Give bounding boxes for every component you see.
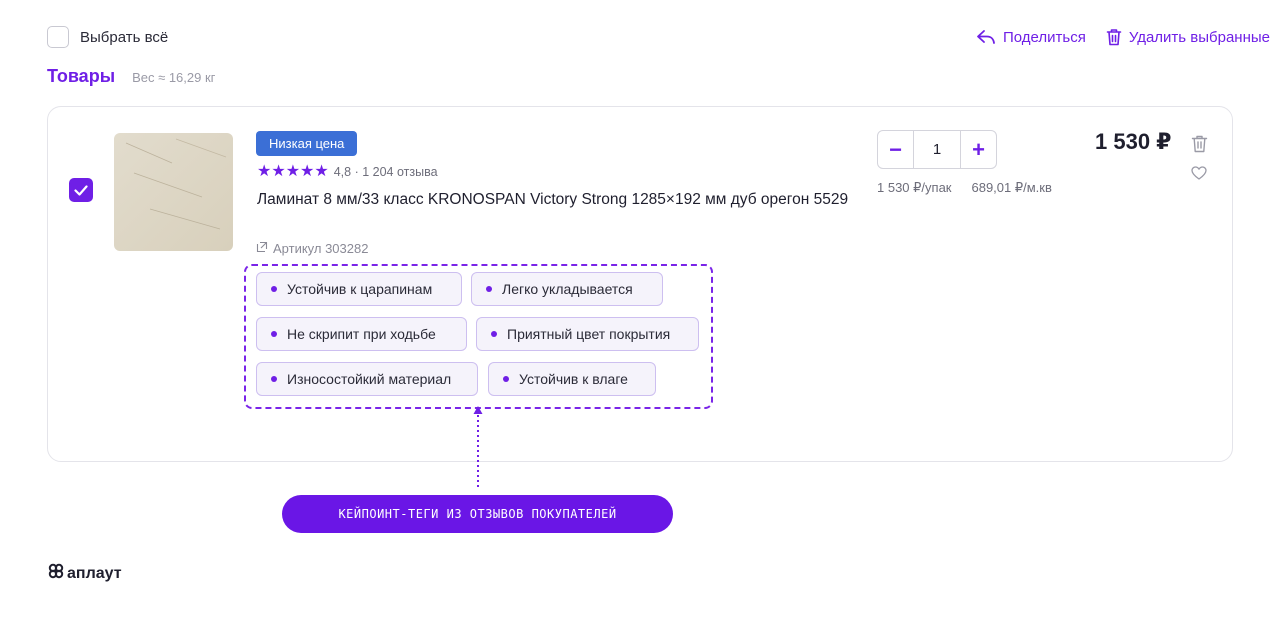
annotation-arrow: [472, 405, 484, 494]
tag-label: Не скрипит при ходьбе: [287, 326, 436, 342]
tag-label: Устойчив к влаге: [519, 371, 628, 387]
select-all-label: Выбрать всё: [80, 28, 169, 46]
copy-article-icon: [256, 241, 268, 256]
top-actions: Поделиться Удалить выбранные: [976, 28, 1270, 46]
unit-prices: 1 530 ₽/упак 689,01 ₽/м.кв: [877, 180, 1052, 196]
delete-item-button[interactable]: [1191, 134, 1208, 158]
tag-dot: [491, 331, 497, 337]
increase-button[interactable]: +: [961, 131, 996, 168]
tag-label: Приятный цвет покрытия: [507, 326, 671, 342]
product-card: Низкая цена ★★★★★ 4,8 · 1 204 отзыва Лам…: [47, 106, 1233, 462]
low-price-badge: Низкая цена: [256, 131, 358, 156]
tag-chip[interactable]: Устойчив к влаге: [488, 362, 656, 396]
product-name[interactable]: Ламинат 8 мм/33 класс KRONOSPAN Victory …: [257, 189, 857, 211]
tag-dot: [271, 331, 277, 337]
tag-dot: [486, 286, 492, 292]
quantity-value[interactable]: 1: [913, 131, 961, 168]
select-all-checkbox[interactable]: [47, 26, 69, 48]
tag-dot: [503, 376, 509, 382]
decrease-button[interactable]: −: [878, 131, 913, 168]
price-per-pack: 1 530 ₽/упак: [877, 180, 952, 195]
brand-name: аплаут: [67, 564, 122, 582]
tag-chip[interactable]: Легко укладывается: [471, 272, 663, 306]
tag-label: Устойчив к царапинам: [287, 281, 433, 297]
delete-selected-button[interactable]: Удалить выбранные: [1106, 28, 1270, 46]
delete-selected-label: Удалить выбранные: [1128, 28, 1270, 46]
tag-dot: [271, 286, 277, 292]
share-button[interactable]: Поделиться: [976, 29, 1086, 46]
product-image[interactable]: [114, 133, 233, 251]
rating-stars: ★★★★★: [257, 163, 329, 180]
trash-icon: [1191, 135, 1208, 153]
tag-chip[interactable]: Устойчив к царапинам: [256, 272, 462, 306]
tag-chip[interactable]: Износостойкий материал: [256, 362, 478, 396]
brand-icon: [48, 563, 64, 584]
trash-icon: [1106, 28, 1122, 46]
section-title: Товары: [47, 66, 116, 86]
article[interactable]: Артикул 303282: [256, 241, 368, 256]
favorite-button[interactable]: [1191, 166, 1207, 185]
tag-label: Износостойкий материал: [287, 371, 452, 387]
section-header: Товары Вес ≈ 16,29 кг: [47, 66, 215, 87]
article-text: Артикул 303282: [273, 241, 369, 256]
heart-icon: [1191, 166, 1207, 180]
product-price: 1 530 ₽: [1095, 129, 1172, 154]
quantity-stepper: − 1 +: [877, 130, 997, 169]
share-icon: [976, 29, 996, 45]
tag-dot: [271, 376, 277, 382]
share-label: Поделиться: [1003, 28, 1086, 46]
price-per-sqm: 689,01 ₽/м.кв: [971, 180, 1052, 195]
rating-text: 4,8 · 1 204 отзыва: [333, 165, 438, 179]
product-checkbox[interactable]: [69, 178, 93, 202]
section-weight: Вес ≈ 16,29 кг: [132, 70, 216, 85]
brand-logo: аплаут: [48, 563, 122, 584]
annotation-label: КЕЙПОИНТ-ТЕГИ ИЗ ОТЗЫВОВ ПОКУПАТЕЛЕЙ: [282, 495, 673, 533]
tag-chip[interactable]: Не скрипит при ходьбе: [256, 317, 467, 351]
rating[interactable]: ★★★★★ 4,8 · 1 204 отзыва: [257, 164, 438, 180]
tag-chip[interactable]: Приятный цвет покрытия: [476, 317, 699, 351]
tag-label: Легко укладывается: [502, 281, 633, 297]
check-icon: [74, 184, 88, 196]
select-all[interactable]: Выбрать всё: [47, 26, 168, 48]
